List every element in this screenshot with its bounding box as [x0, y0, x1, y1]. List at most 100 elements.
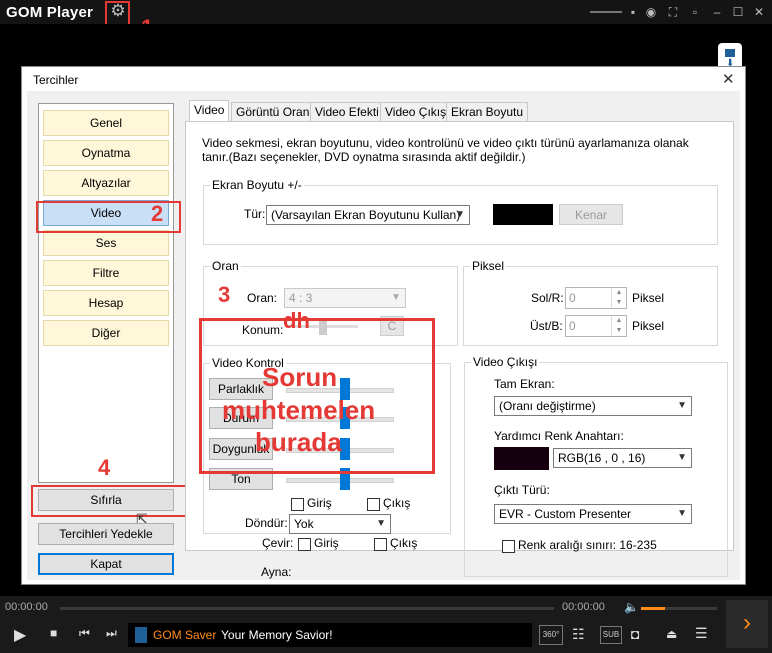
- category-general[interactable]: Genel: [43, 110, 169, 136]
- category-playback[interactable]: Oynatma: [43, 140, 169, 166]
- ratio-value: 4 : 3: [289, 291, 313, 305]
- tab-description: Video sekmesi, ekran boyutunu, video kon…: [202, 136, 689, 164]
- category-audio[interactable]: Ses: [43, 230, 169, 256]
- saver-banner-icon: [135, 627, 147, 643]
- mirror-output-label: Çıkış: [383, 496, 411, 510]
- mirror-input-label: Giriş: [307, 496, 332, 510]
- left-pixel-value: 0: [569, 291, 576, 305]
- fullscreen-label: Tam Ekran:: [494, 377, 555, 391]
- crop-button[interactable]: Kenar: [559, 204, 623, 225]
- spin-arrows-icon[interactable]: ▲ ▼: [611, 316, 626, 336]
- ratio-group-label: Oran: [210, 259, 241, 273]
- top-unit: Piksel: [632, 319, 665, 333]
- category-list: Genel Oynatma Altyazılar Video Ses Filtr…: [38, 103, 174, 483]
- annotation-box-4: [31, 485, 187, 517]
- annotation-number-4: 4: [98, 455, 111, 480]
- color-swatch-black[interactable]: [493, 204, 553, 225]
- close-dialog-button[interactable]: Kapat: [38, 553, 174, 575]
- mirror-input-checkbox[interactable]: [291, 498, 304, 511]
- rotate-dropdown[interactable]: Yok ▼: [289, 514, 391, 534]
- pixel-group-label: Piksel: [470, 259, 507, 273]
- top-pixel-input[interactable]: 0 ▲ ▼: [565, 315, 627, 337]
- category-other[interactable]: Diğer: [43, 320, 169, 346]
- ratio-dropdown[interactable]: 4 : 3 ▼: [284, 288, 406, 308]
- annotation-text-line1: Sorun: [262, 362, 338, 392]
- seek-bar[interactable]: [60, 607, 554, 610]
- eject-icon[interactable]: ⏏: [666, 627, 677, 641]
- play-icon[interactable]: ▶: [14, 625, 26, 645]
- mirror-label: Ayna:: [261, 565, 292, 579]
- type-label: Tür:: [244, 207, 266, 221]
- volume-level[interactable]: [641, 607, 665, 610]
- colorkey-label: Yardımcı Renk Anahtarı:: [494, 429, 624, 443]
- category-account[interactable]: Hesap: [43, 290, 169, 316]
- tab-screen-size[interactable]: Ekran Boyutu: [446, 102, 529, 122]
- tab-video-effect[interactable]: Video Efekti: [310, 102, 384, 122]
- chevron-down-icon: ▼: [455, 209, 465, 220]
- color-range-checkbox[interactable]: [502, 540, 515, 553]
- backup-preferences-button[interactable]: Tercihleri Yedekle: [38, 523, 174, 545]
- close-icon[interactable]: ✕: [752, 5, 766, 19]
- saver-brand: GOM Saver: [153, 628, 217, 642]
- menu-line-icon[interactable]: [590, 11, 622, 13]
- equalizer-icon[interactable]: ☷: [572, 626, 585, 643]
- pin-icon[interactable]: ▪: [626, 5, 640, 19]
- output-type-dropdown[interactable]: EVR - Custom Presenter ▼: [494, 504, 692, 524]
- chevron-down-icon: ▼: [376, 518, 386, 529]
- maximize-icon[interactable]: ☐: [731, 5, 745, 19]
- annotation-text-line3: burada: [255, 427, 342, 457]
- volume-track[interactable]: [665, 607, 717, 610]
- category-filter[interactable]: Filtre: [43, 260, 169, 286]
- chevron-down-icon: ▼: [677, 400, 687, 411]
- flip-output-label: Çıkış: [390, 536, 418, 550]
- left-pixel-input[interactable]: 0 ▲ ▼: [565, 287, 627, 309]
- rotate-label: Döndür:: [245, 516, 288, 530]
- minimize-icon[interactable]: –: [710, 5, 724, 19]
- dialog-close-icon[interactable]: ✕: [722, 70, 735, 88]
- tab-video-output[interactable]: Video Çıkışı: [380, 102, 455, 122]
- spin-arrows-icon[interactable]: ▲ ▼: [611, 288, 626, 308]
- colorkey-dropdown[interactable]: RGB(16 , 0 , 16) ▼: [553, 448, 692, 468]
- open-panel-chevron-icon[interactable]: ›: [726, 600, 768, 648]
- color-range-label: Renk aralığı sınırı: 16-235: [518, 538, 657, 552]
- annotation-text-line2: muhtemelen: [222, 395, 376, 425]
- camera-icon[interactable]: ◘: [631, 626, 639, 642]
- pixel-group: Piksel Sol/R: 0 ▲ ▼ Piksel Üst/B: 0 ▲ ▼ Piks…: [463, 259, 718, 346]
- audio-wave-icon[interactable]: ◉: [644, 5, 658, 19]
- colorkey-value: RGB(16 , 0 , 16): [558, 451, 646, 465]
- annotation-text-dh: dh: [283, 308, 310, 333]
- vr-360-button[interactable]: 360°: [539, 625, 563, 645]
- tab-video[interactable]: Video: [189, 100, 230, 122]
- chevron-down-icon: ▼: [391, 292, 401, 303]
- flip-label: Çevir:: [262, 536, 294, 550]
- volume-icon[interactable]: 🔈: [624, 600, 639, 614]
- output-type-label: Çıktı Türü:: [494, 483, 550, 497]
- fullscreen-icon[interactable]: ⛶: [666, 5, 680, 19]
- playlist-menu-icon[interactable]: ☰: [695, 625, 708, 642]
- flip-input-checkbox[interactable]: [298, 538, 311, 551]
- chevron-down-icon: ▼: [677, 452, 687, 463]
- total-time: 00:00:00: [562, 601, 605, 613]
- mini-mode-icon[interactable]: ▫: [688, 5, 702, 19]
- next-icon[interactable]: ⏭: [106, 626, 117, 641]
- gear-icon[interactable]: ⚙: [109, 2, 127, 20]
- screen-size-type-dropdown[interactable]: (Varsayılan Ekran Boyutunu Kullan) ▼: [266, 205, 470, 225]
- video-output-group-label: Video Çıkışı: [471, 355, 540, 369]
- stop-icon[interactable]: ■: [50, 626, 57, 640]
- output-type-value: EVR - Custom Presenter: [499, 507, 632, 521]
- chevron-down-icon: ▼: [677, 508, 687, 519]
- rotate-value: Yok: [294, 517, 314, 531]
- dialog-title: Tercihler: [33, 73, 79, 87]
- category-subtitles[interactable]: Altyazılar: [43, 170, 169, 196]
- fullscreen-dropdown[interactable]: (Oranı değiştirme) ▼: [494, 396, 692, 416]
- previous-icon[interactable]: ⏮: [79, 626, 90, 641]
- elapsed-time: 00:00:00: [5, 601, 48, 613]
- mirror-output-checkbox[interactable]: [367, 498, 380, 511]
- flip-output-checkbox[interactable]: [374, 538, 387, 551]
- ratio-label: Oran:: [247, 291, 278, 305]
- colorkey-swatch[interactable]: [494, 447, 549, 470]
- tab-aspect-ratio[interactable]: Görüntü Oranı: [231, 102, 318, 122]
- subtitle-button[interactable]: SUB: [600, 626, 622, 644]
- screen-size-group: Ekran Boyutu +/- Tür: (Varsayılan Ekran …: [203, 178, 718, 245]
- screen-size-type-value: (Varsayılan Ekran Boyutunu Kullan): [271, 208, 461, 222]
